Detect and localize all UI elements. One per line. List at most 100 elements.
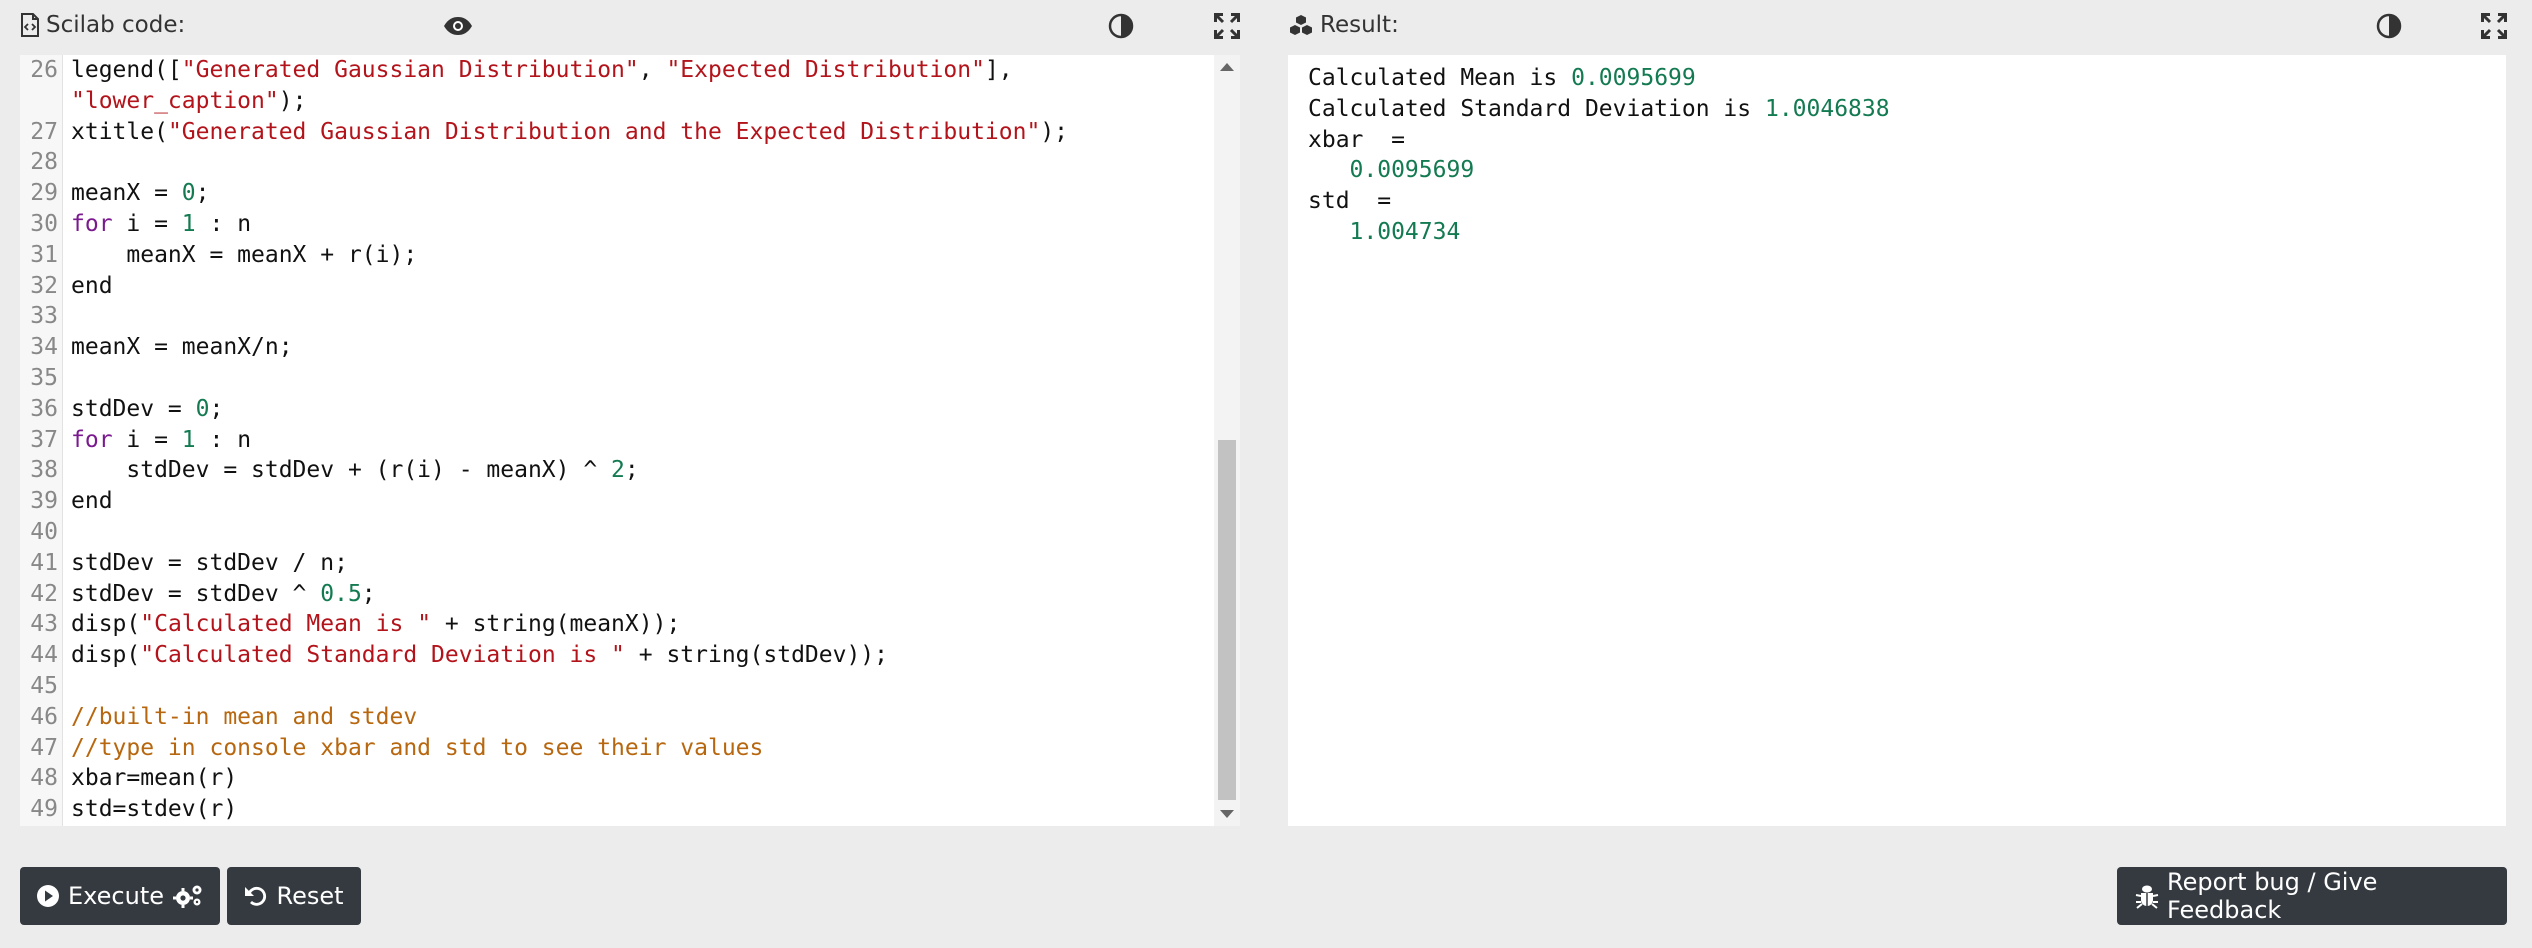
code-line[interactable]: 38 stdDev = stdDev + (r(i) - meanX) ^ 2; [20,455,1214,486]
line-number: 48 [30,765,58,792]
editor-scrollbar[interactable] [1214,55,1240,826]
line-number: 46 [30,703,58,730]
result-token: Calculated Standard Deviation is [1308,95,1765,122]
contrast-icon[interactable] [1105,10,1137,42]
result-panel-title-text: Result: [1320,12,1399,38]
code-token: "Expected Distribution" [666,57,985,83]
code-text: xtitle("Generated Gaussian Distribution … [71,117,1068,148]
code-token: for [71,426,113,453]
code-token: "Generated Gaussian Distribution and the… [167,118,1041,145]
code-line[interactable]: 28 [20,147,1214,178]
result-token: 0.0095699 [1571,65,1696,91]
code-line[interactable]: 30 for i = 1 : n [20,209,1214,240]
code-token: i = [112,210,182,237]
code-text: xbar=mean(r) [71,763,237,794]
scroll-up-arrow[interactable] [1220,63,1234,71]
code-token: ; [209,395,224,422]
code-text: stdDev = stdDev / n; [71,548,348,579]
code-token: stdDev = stdDev + (r(i) - meanX) ^ [71,457,612,484]
report-bug-button[interactable]: Report bug / Give Feedback [2117,867,2507,925]
code-token: stdDev = [71,395,196,422]
code-line[interactable]: 31 meanX = meanX + r(i); [20,240,1214,271]
code-line[interactable]: 43 disp("Calculated Mean is " + string(me… [20,609,1214,640]
code-text: for i = 1 : n [71,209,251,240]
code-line[interactable]: 46 //built-in mean and stdev [20,702,1214,733]
line-number: 44 [30,642,58,669]
code-line[interactable]: 37 for i = 1 : n [20,425,1214,456]
code-text: for i = 1 : n [71,425,251,456]
result-token: Calculated Mean is [1308,65,1572,91]
code-line[interactable]: 29 meanX = 0; [20,178,1214,209]
line-number: 35 [30,364,58,391]
code-line[interactable]: 48 xbar=mean(r) [20,763,1214,794]
result-line: Calculated Mean is 0.0095699 [1308,63,2486,94]
reset-button[interactable]: Reset [227,867,361,925]
code-token: xtitle( [71,118,168,145]
code-line[interactable]: 49 std=stdev(r) [20,794,1214,825]
code-line[interactable]: 41 stdDev = stdDev / n; [20,548,1214,579]
code-line[interactable]: 42 stdDev = stdDev ^ 0.5; [20,579,1214,610]
code-line[interactable]: 27 xtitle("Generated Gaussian Distributio… [20,117,1214,148]
code-lines[interactable]: 26 legend(["Generated Gaussian Distributi… [20,55,1214,826]
code-line[interactable]: 44 disp("Calculated Standard Deviation is… [20,640,1214,671]
code-line[interactable]: 26 legend(["Generated Gaussian Distributi… [20,55,1214,86]
code-token: 0 [181,180,196,207]
code-token: "Calculated Mean is " [140,611,432,638]
result-contrast-icon[interactable] [2373,10,2405,42]
line-number: 33 [30,303,58,330]
expand-icon[interactable] [1211,10,1243,42]
code-token: ; [624,457,639,484]
code-line[interactable]: 34 meanX = meanX/n; [20,332,1214,363]
code-line[interactable]: 39 end [20,486,1214,517]
result-line: std = [1308,186,2486,217]
scroll-down-arrow[interactable] [1220,810,1234,818]
code-editor[interactable]: 26 legend(["Generated Gaussian Distributi… [20,55,1240,826]
code-panel-title: Scilab code: [20,12,185,38]
code-token: meanX = meanX + r(i); [71,241,418,268]
report-label: Report bug / Give Feedback [2167,868,2378,924]
result-token: std = [1308,188,1392,215]
code-token: : n [195,210,252,237]
line-number: 36 [30,395,58,422]
play-circle-icon [36,884,60,908]
scroll-thumb[interactable] [1218,440,1236,800]
code-token: "Calculated Standard Deviation is " [140,642,625,669]
code-token: meanX = [71,180,182,207]
code-text: stdDev = stdDev + (r(i) - meanX) ^ 2; [71,455,639,486]
code-line[interactable]: 47 //type in console xbar and std to see … [20,733,1214,764]
code-token: ); [278,87,307,114]
result-token: xbar = [1308,126,1405,153]
code-token: ; [361,580,376,607]
code-line[interactable]: 45 [20,671,1214,702]
line-number: 37 [30,426,58,453]
code-line[interactable]: 33 [20,301,1214,332]
line-number: 32 [30,272,58,299]
code-token: legend([ [71,57,182,83]
code-token: + string(stdDev)); [624,642,889,669]
eye-icon[interactable] [442,10,474,42]
cubes-icon [1288,14,1314,36]
line-number: 40 [30,518,58,545]
code-token: xbar=mean(r) [71,765,238,792]
code-line[interactable]: "lower_caption"); [20,86,1214,117]
code-token: ; [195,180,210,207]
line-number: 31 [30,241,58,268]
code-text: meanX = 0; [71,178,210,209]
code-token: //built-in mean and stdev [71,703,418,730]
code-token: end [71,488,113,515]
code-text: disp("Calculated Mean is " + string(mean… [71,609,680,640]
code-text: end [71,271,113,302]
result-line: 0.0095699 [1308,155,2486,186]
execute-label: Execute [68,882,164,910]
execute-button[interactable]: Execute [20,867,220,925]
result-expand-icon[interactable] [2478,10,2510,42]
code-line[interactable]: 32 end [20,271,1214,302]
result-line: 1.004734 [1308,217,2486,248]
code-line[interactable]: 36 stdDev = 0; [20,394,1214,425]
line-number: 47 [30,734,58,761]
code-token: disp( [71,611,141,638]
code-line[interactable]: 35 [20,363,1214,394]
code-text: "lower_caption"); [71,86,306,117]
undo-icon [244,884,268,908]
code-line[interactable]: 40 [20,517,1214,548]
